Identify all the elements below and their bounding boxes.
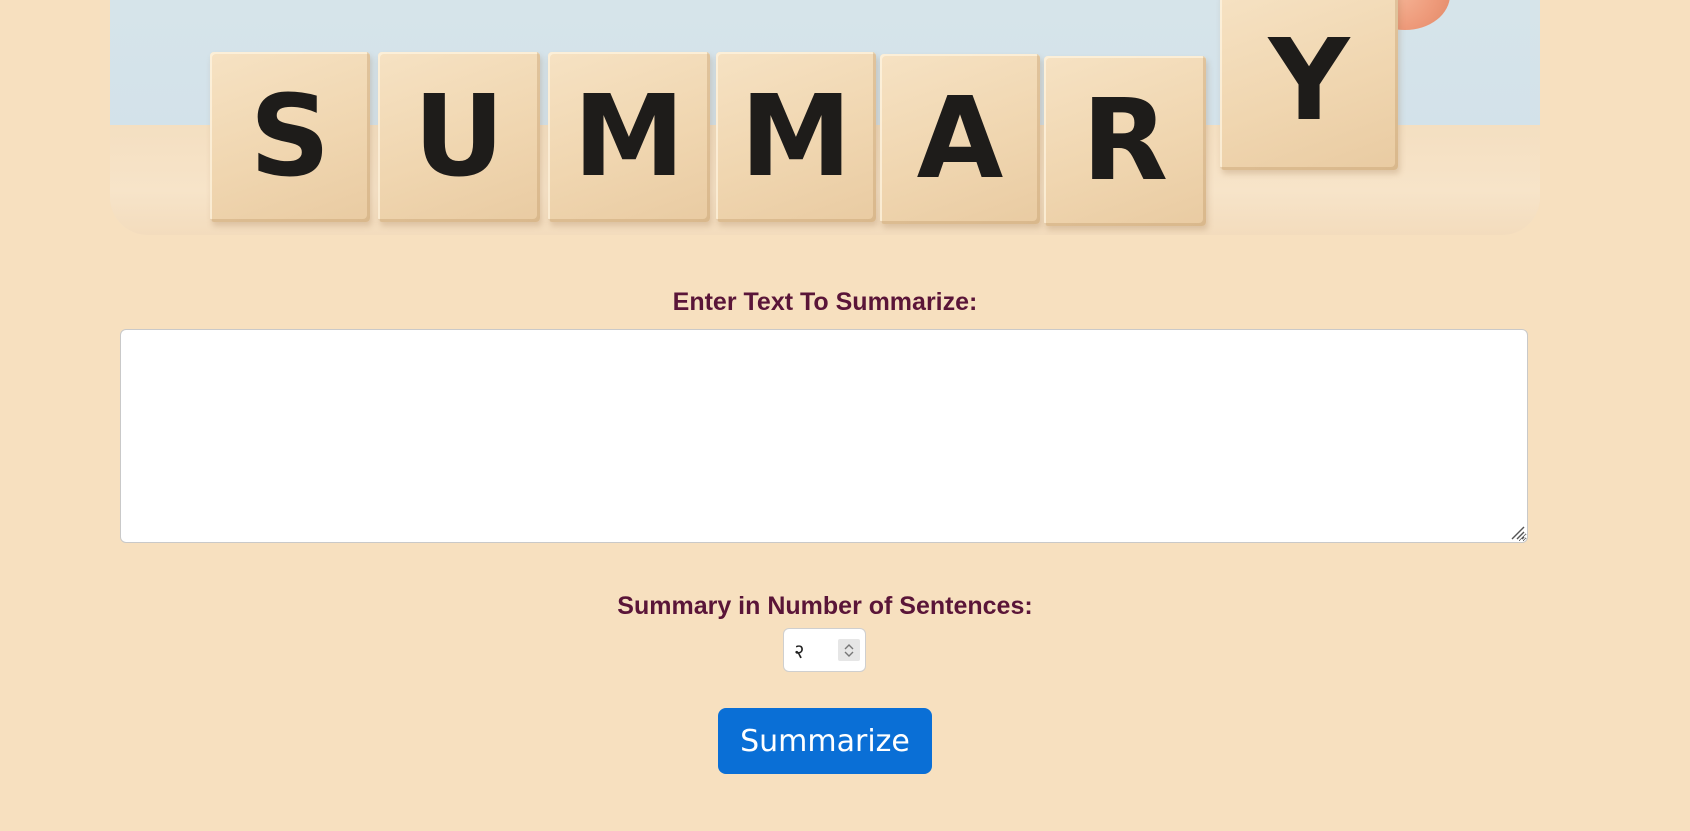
letter-tile: M bbox=[716, 52, 876, 222]
letter-tile: A bbox=[880, 54, 1040, 224]
text-to-summarize-input[interactable] bbox=[120, 329, 1528, 543]
text-input-label: Enter Text To Summarize: bbox=[672, 288, 978, 316]
letter-tile: S bbox=[210, 52, 370, 222]
letter-tile-text: S bbox=[249, 72, 331, 202]
letter-tile-text: R bbox=[1081, 76, 1169, 206]
page: S U M M A R Y Enter Text To Summarize: S… bbox=[0, 0, 1690, 831]
chevron-up-icon[interactable] bbox=[844, 643, 854, 650]
letter-tile-text: M bbox=[573, 72, 685, 202]
sentences-number-value[interactable]: २ bbox=[784, 637, 838, 664]
letter-tile: U bbox=[378, 52, 540, 222]
sentences-number-input[interactable]: २ bbox=[783, 628, 866, 672]
hero-banner: S U M M A R Y bbox=[110, 0, 1540, 235]
letter-tile: R bbox=[1044, 56, 1206, 226]
letter-tile: M bbox=[548, 52, 710, 222]
letter-tile: Y bbox=[1220, 0, 1398, 170]
letter-tile-text: A bbox=[916, 74, 1004, 204]
number-spinner[interactable] bbox=[838, 639, 860, 661]
chevron-down-icon[interactable] bbox=[844, 651, 854, 658]
summarize-button[interactable]: Summarize bbox=[718, 708, 932, 774]
letter-tile-text: U bbox=[413, 72, 505, 202]
letter-tile-text: M bbox=[740, 72, 852, 202]
sentences-label: Summary in Number of Sentences: bbox=[617, 592, 1033, 620]
letter-tile-text: Y bbox=[1268, 16, 1350, 146]
